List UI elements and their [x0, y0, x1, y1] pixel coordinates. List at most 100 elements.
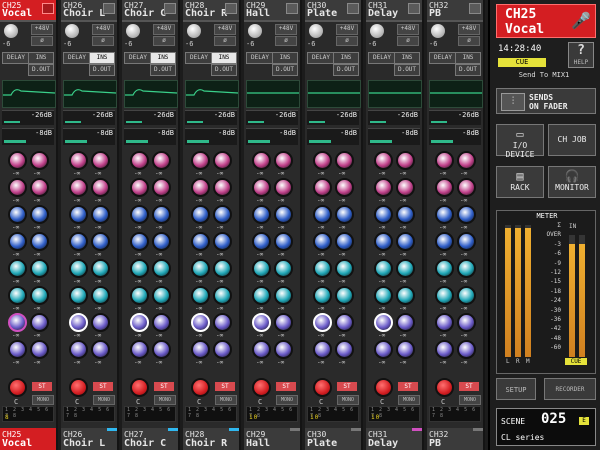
send-level-knob[interactable]: [435, 286, 454, 305]
channel-footer[interactable]: CH25 Vocal: [0, 428, 56, 450]
send-level-knob[interactable]: [457, 232, 476, 251]
delay-button[interactable]: DELAY: [124, 52, 152, 64]
send-level-knob[interactable]: [213, 259, 232, 278]
send-level-knob[interactable]: [130, 178, 149, 197]
setup-button[interactable]: SETUP: [496, 378, 536, 400]
send-level-knob[interactable]: [313, 205, 332, 224]
pan-knob[interactable]: [374, 378, 393, 397]
send-level-knob[interactable]: [435, 313, 454, 332]
stereo-button[interactable]: ST: [32, 382, 52, 391]
eq-graph[interactable]: [63, 80, 117, 108]
send-level-knob[interactable]: [313, 259, 332, 278]
send-level-knob[interactable]: [130, 313, 149, 332]
dca-assign[interactable]: 1 2 3 4 5 6 7 8 10: [307, 406, 359, 422]
send-level-knob[interactable]: [335, 286, 354, 305]
send-level-knob[interactable]: [69, 313, 88, 332]
send-level-knob[interactable]: [313, 286, 332, 305]
send-level-knob[interactable]: [396, 313, 415, 332]
insert-button[interactable]: INS: [150, 52, 176, 64]
send-level-knob[interactable]: [274, 259, 293, 278]
send-level-knob[interactable]: [91, 340, 110, 359]
send-level-knob[interactable]: [252, 205, 271, 224]
send-level-knob[interactable]: [274, 151, 293, 170]
eq-graph[interactable]: [429, 80, 483, 108]
send-level-knob[interactable]: [91, 313, 110, 332]
send-level-knob[interactable]: [30, 340, 49, 359]
send-level-knob[interactable]: [91, 232, 110, 251]
phase-button[interactable]: ø: [31, 36, 53, 46]
direct-out-button[interactable]: D.OUT: [333, 64, 359, 76]
dynamics1-display[interactable]: -26dB: [185, 110, 237, 125]
stereo-button[interactable]: ST: [276, 382, 296, 391]
stereo-button[interactable]: ST: [398, 382, 418, 391]
send-level-knob[interactable]: [374, 340, 393, 359]
monitor-button[interactable]: 🎧 MONITOR: [548, 166, 596, 198]
eq-graph[interactable]: [185, 80, 239, 108]
send-level-knob[interactable]: [274, 286, 293, 305]
stereo-button[interactable]: ST: [459, 382, 479, 391]
send-level-knob[interactable]: [91, 151, 110, 170]
insert-button[interactable]: INS: [89, 52, 115, 64]
mono-button[interactable]: MONO: [337, 395, 359, 405]
gain-knob[interactable]: [126, 24, 140, 38]
send-level-knob[interactable]: [152, 259, 171, 278]
send-level-knob[interactable]: [335, 313, 354, 332]
mono-button[interactable]: MONO: [32, 395, 54, 405]
send-level-knob[interactable]: [191, 286, 210, 305]
insert-button[interactable]: INS: [333, 52, 359, 64]
gain-knob[interactable]: [431, 24, 445, 38]
dynamics2-display[interactable]: -8dB: [246, 128, 298, 145]
send-level-knob[interactable]: [8, 259, 27, 278]
send-level-knob[interactable]: [30, 232, 49, 251]
send-level-knob[interactable]: [335, 340, 354, 359]
phase-button[interactable]: ø: [275, 36, 297, 46]
delay-button[interactable]: DELAY: [429, 52, 457, 64]
direct-out-button[interactable]: D.OUT: [211, 64, 237, 76]
send-level-knob[interactable]: [252, 259, 271, 278]
phantom-power-button[interactable]: +48V: [275, 24, 297, 35]
channel-footer[interactable]: CH27 Choir C: [122, 428, 178, 450]
send-level-knob[interactable]: [213, 151, 232, 170]
send-level-knob[interactable]: [213, 313, 232, 332]
send-level-knob[interactable]: [152, 286, 171, 305]
send-level-knob[interactable]: [274, 178, 293, 197]
dynamics2-display[interactable]: -8dB: [307, 128, 359, 145]
insert-button[interactable]: INS: [455, 52, 481, 64]
pan-knob[interactable]: [313, 378, 332, 397]
send-level-knob[interactable]: [130, 259, 149, 278]
phase-button[interactable]: ø: [92, 36, 114, 46]
send-level-knob[interactable]: [457, 286, 476, 305]
send-level-knob[interactable]: [313, 313, 332, 332]
send-level-knob[interactable]: [213, 178, 232, 197]
send-level-knob[interactable]: [252, 340, 271, 359]
meter-panel[interactable]: METER Σ OVER -3 -6 -9 -12 -15 -18 -24 -30 -36 -42 -4…: [496, 210, 596, 374]
send-level-knob[interactable]: [30, 178, 49, 197]
send-level-knob[interactable]: [152, 340, 171, 359]
channel-footer[interactable]: CH32 PB: [427, 428, 483, 450]
phase-button[interactable]: ø: [214, 36, 236, 46]
send-level-knob[interactable]: [91, 259, 110, 278]
delay-button[interactable]: DELAY: [63, 52, 91, 64]
send-level-knob[interactable]: [396, 151, 415, 170]
send-level-knob[interactable]: [152, 313, 171, 332]
send-level-knob[interactable]: [274, 205, 293, 224]
phase-button[interactable]: ø: [458, 36, 480, 46]
send-level-knob[interactable]: [374, 286, 393, 305]
ch-job-button[interactable]: CH JOB: [548, 124, 596, 156]
delay-button[interactable]: DELAY: [307, 52, 335, 64]
dca-assign[interactable]: 1 2 3 4 5 6 7 8 10: [368, 406, 420, 422]
gain-knob[interactable]: [65, 24, 79, 38]
selected-channel-display[interactable]: CH25 Vocal 🎤: [496, 4, 596, 38]
mono-button[interactable]: MONO: [398, 395, 420, 405]
insert-button[interactable]: INS: [394, 52, 420, 64]
direct-out-button[interactable]: D.OUT: [150, 64, 176, 76]
pan-knob[interactable]: [435, 378, 454, 397]
dynamics2-display[interactable]: -8dB: [368, 128, 420, 145]
send-level-knob[interactable]: [8, 205, 27, 224]
send-level-knob[interactable]: [396, 286, 415, 305]
send-level-knob[interactable]: [457, 178, 476, 197]
send-level-knob[interactable]: [8, 313, 27, 332]
send-level-knob[interactable]: [130, 232, 149, 251]
direct-out-button[interactable]: D.OUT: [272, 64, 298, 76]
send-level-knob[interactable]: [435, 178, 454, 197]
